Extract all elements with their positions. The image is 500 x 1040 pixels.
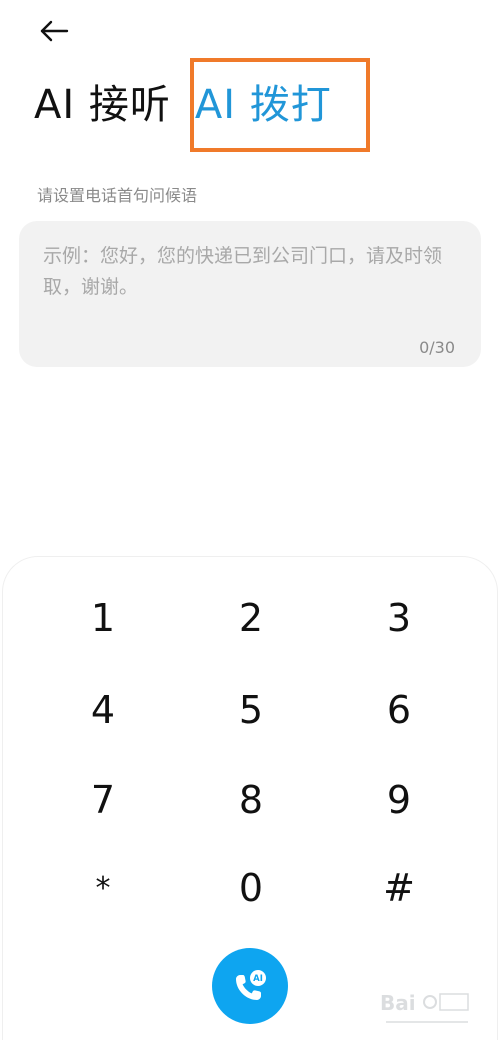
- tab-ai-answer[interactable]: AI 接听: [34, 85, 171, 125]
- greeting-label: 请设置电话首句问候语: [37, 186, 198, 205]
- key-6[interactable]: 6: [339, 675, 459, 745]
- arrow-left-icon: [40, 20, 69, 42]
- tab-ai-dial[interactable]: AI 拨打: [195, 85, 332, 125]
- greeting-input[interactable]: 示例：您好，您的快递已到公司门口，请及时领取，谢谢。: [43, 241, 461, 303]
- ai-phone-icon: AI: [236, 970, 266, 1000]
- greeting-input-box[interactable]: 示例：您好，您的快递已到公司门口，请及时领取，谢谢。 0/30: [19, 221, 481, 367]
- key-4[interactable]: 4: [43, 675, 163, 745]
- key-1[interactable]: 1: [43, 583, 163, 653]
- ai-call-button[interactable]: AI: [212, 948, 288, 1024]
- key-2[interactable]: 2: [191, 583, 311, 653]
- key-8[interactable]: 8: [191, 765, 311, 835]
- key-7[interactable]: 7: [43, 765, 163, 835]
- character-counter: 0/30: [419, 338, 455, 357]
- back-button[interactable]: [34, 14, 74, 48]
- ai-badge-text: AI: [253, 974, 263, 984]
- key-3[interactable]: 3: [339, 583, 459, 653]
- key-star[interactable]: *: [43, 853, 163, 923]
- key-9[interactable]: 9: [339, 765, 459, 835]
- key-0[interactable]: 0: [191, 853, 311, 923]
- key-5[interactable]: 5: [191, 675, 311, 745]
- mode-tabs: AI 接听 AI 拨打: [34, 70, 332, 140]
- key-hash[interactable]: #: [339, 853, 459, 923]
